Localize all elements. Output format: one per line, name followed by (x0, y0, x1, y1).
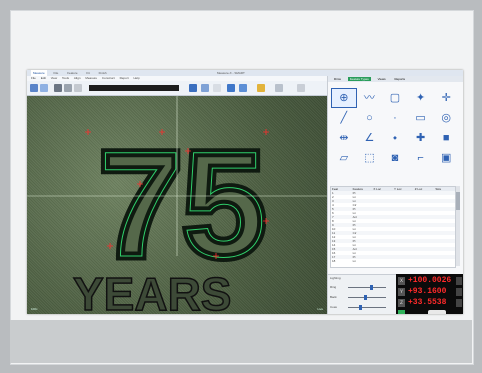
menu-view[interactable]: View (51, 76, 57, 80)
toolbar (27, 81, 327, 96)
menu-help[interactable]: Help (133, 76, 139, 80)
crosshair-icon[interactable]: ⊕ (331, 88, 357, 108)
width-icon[interactable]: ⇹ (331, 128, 357, 148)
dot-icon[interactable]: · (382, 108, 408, 128)
camera-icon[interactable]: ◙ (382, 148, 408, 168)
dro-z-value: +33.5538 (408, 298, 447, 307)
menu-report[interactable]: Report (120, 76, 129, 80)
menu-measure[interactable]: Measure (85, 76, 97, 80)
home-button[interactable] (428, 310, 446, 314)
stage-icon[interactable] (275, 84, 283, 92)
box-icon[interactable]: ⬚ (357, 148, 383, 168)
z-zero-button[interactable] (456, 299, 462, 307)
open-icon[interactable] (30, 84, 38, 92)
ring-light-slider[interactable] (348, 285, 386, 290)
part-numeral-75-edge: 75 (99, 120, 266, 288)
point-icon[interactable]: ✦ (408, 88, 434, 108)
table-cell (434, 259, 455, 263)
cylinder-icon[interactable]: ◎ (433, 108, 459, 128)
tab-views[interactable]: Views (376, 77, 388, 81)
dro-x-row: X +100.0026 (398, 276, 462, 286)
ring-light-knob[interactable] (369, 285, 373, 290)
x-zero-button[interactable] (456, 277, 462, 285)
table-cell: Ln (352, 259, 357, 263)
y-axis-button[interactable]: Y (398, 288, 405, 296)
circle-icon[interactable]: ○ (357, 108, 383, 128)
feature-panel: Dims Feature Types Views Reports ⊕ 〰 ▢ ✦ ✛ ╱ ○… (327, 76, 463, 314)
lighting-title: Lighting (330, 276, 341, 280)
menu-edit[interactable]: Edit (41, 76, 46, 80)
menu-construct[interactable]: Construct (102, 76, 115, 80)
dro-controls (398, 310, 462, 314)
tab-dims[interactable]: Dims (332, 77, 343, 81)
coax-light-slider[interactable] (348, 305, 386, 310)
profile-icon[interactable]: ⌐ (408, 148, 434, 168)
light-label-back: Back (330, 295, 337, 299)
coax-light-knob[interactable] (358, 305, 362, 310)
back-light-slider[interactable] (348, 295, 386, 300)
program-name-field[interactable] (89, 85, 179, 91)
block-icon[interactable]: ■ (433, 128, 459, 148)
go-button[interactable] (398, 310, 405, 314)
table-cell (393, 259, 414, 263)
run-icon[interactable] (189, 84, 197, 92)
menu-file[interactable]: File (31, 76, 36, 80)
square-icon[interactable]: ▢ (382, 88, 408, 108)
table-scrollbar[interactable] (456, 186, 460, 266)
x-axis-button[interactable]: X (398, 277, 405, 285)
table-row[interactable]: 18 Ln (331, 259, 455, 263)
crosshair-lines (27, 96, 327, 256)
feature-table: Feat Feature X Loc Y Loc Z Loc Size 1 Pt 2 Ln 3 Ln… (330, 186, 456, 268)
z-axis-button[interactable]: Z (398, 299, 405, 307)
report-icon[interactable] (257, 84, 265, 92)
light-label-coax: Coax (330, 305, 338, 309)
focus-icon[interactable] (239, 84, 247, 92)
viewport-status-left: 100x (31, 307, 38, 311)
viewport-status-right: Live (317, 307, 323, 311)
back-light-knob[interactable] (363, 295, 367, 300)
save-icon[interactable] (40, 84, 48, 92)
line-icon[interactable]: ╱ (331, 108, 357, 128)
part-word-years: YEARS (73, 268, 231, 314)
y-zero-button[interactable] (456, 288, 462, 296)
slot-icon[interactable]: ▭ (408, 108, 434, 128)
menu-align[interactable]: Align (74, 76, 81, 80)
camera-icon[interactable] (54, 84, 62, 92)
lighting-panel: Lighting Ring Back Coax (328, 274, 398, 314)
angle-icon[interactable]: ∠ (357, 128, 383, 148)
tab-feature-types[interactable]: Feature Types (347, 77, 371, 81)
zoom-level-icon[interactable] (213, 84, 221, 92)
dro-y-value: +93.1600 (408, 287, 447, 296)
help-icon[interactable] (297, 84, 305, 92)
table-cell (372, 259, 393, 263)
feature-table-body: 1 Pt 2 Ln 3 Ln 4 Cir 5 Pt 6 Ln 7 Arc 8 Ln 9 Pt 10 Ln 11 Cir 12… (331, 191, 455, 263)
menu-tools[interactable]: Tools (62, 76, 69, 80)
digital-readout: X +100.0026 Y +93.1600 Z +33.5538 (396, 274, 463, 314)
dro-x-value: +100.0026 (408, 276, 452, 285)
light-icon[interactable] (227, 84, 235, 92)
node-icon[interactable]: ⬩ (382, 128, 408, 148)
intersect-icon[interactable]: ✚ (408, 128, 434, 148)
camera-viewport[interactable]: 75 75 YEARS 100x Live (27, 96, 327, 314)
zoom-icon[interactable] (64, 84, 72, 92)
tab-reports[interactable]: Reports (392, 77, 407, 81)
scrollbar-thumb[interactable] (456, 192, 460, 210)
application-window: Measure File Feature Fit Finish Measure-… (27, 70, 463, 314)
table-cell (414, 259, 435, 263)
monitor-icon[interactable]: ▣ (433, 148, 459, 168)
grid-icon[interactable] (74, 84, 82, 92)
plus-icon[interactable]: ✛ (433, 88, 459, 108)
panel-tabs: Dims Feature Types Views Reports (328, 76, 463, 82)
plane-icon[interactable]: ▱ (331, 148, 357, 168)
light-label-ring: Ring (330, 285, 337, 289)
feature-tool-grid: ⊕ 〰 ▢ ✦ ✛ ╱ ○ · ▭ ◎ ⇹ ∠ ⬩ ✚ ■ ▱ ⬚ ◙ ⌐ ▣ (331, 88, 459, 188)
dro-y-row: Y +93.1600 (398, 287, 462, 297)
dro-z-row: Z +33.5538 (398, 298, 462, 308)
step-icon[interactable] (201, 84, 209, 92)
slide-lower-band (10, 320, 472, 363)
waveform-icon[interactable]: 〰 (357, 88, 383, 108)
table-cell: 18 (332, 259, 336, 263)
part-overlay: 75 75 YEARS (27, 96, 327, 314)
